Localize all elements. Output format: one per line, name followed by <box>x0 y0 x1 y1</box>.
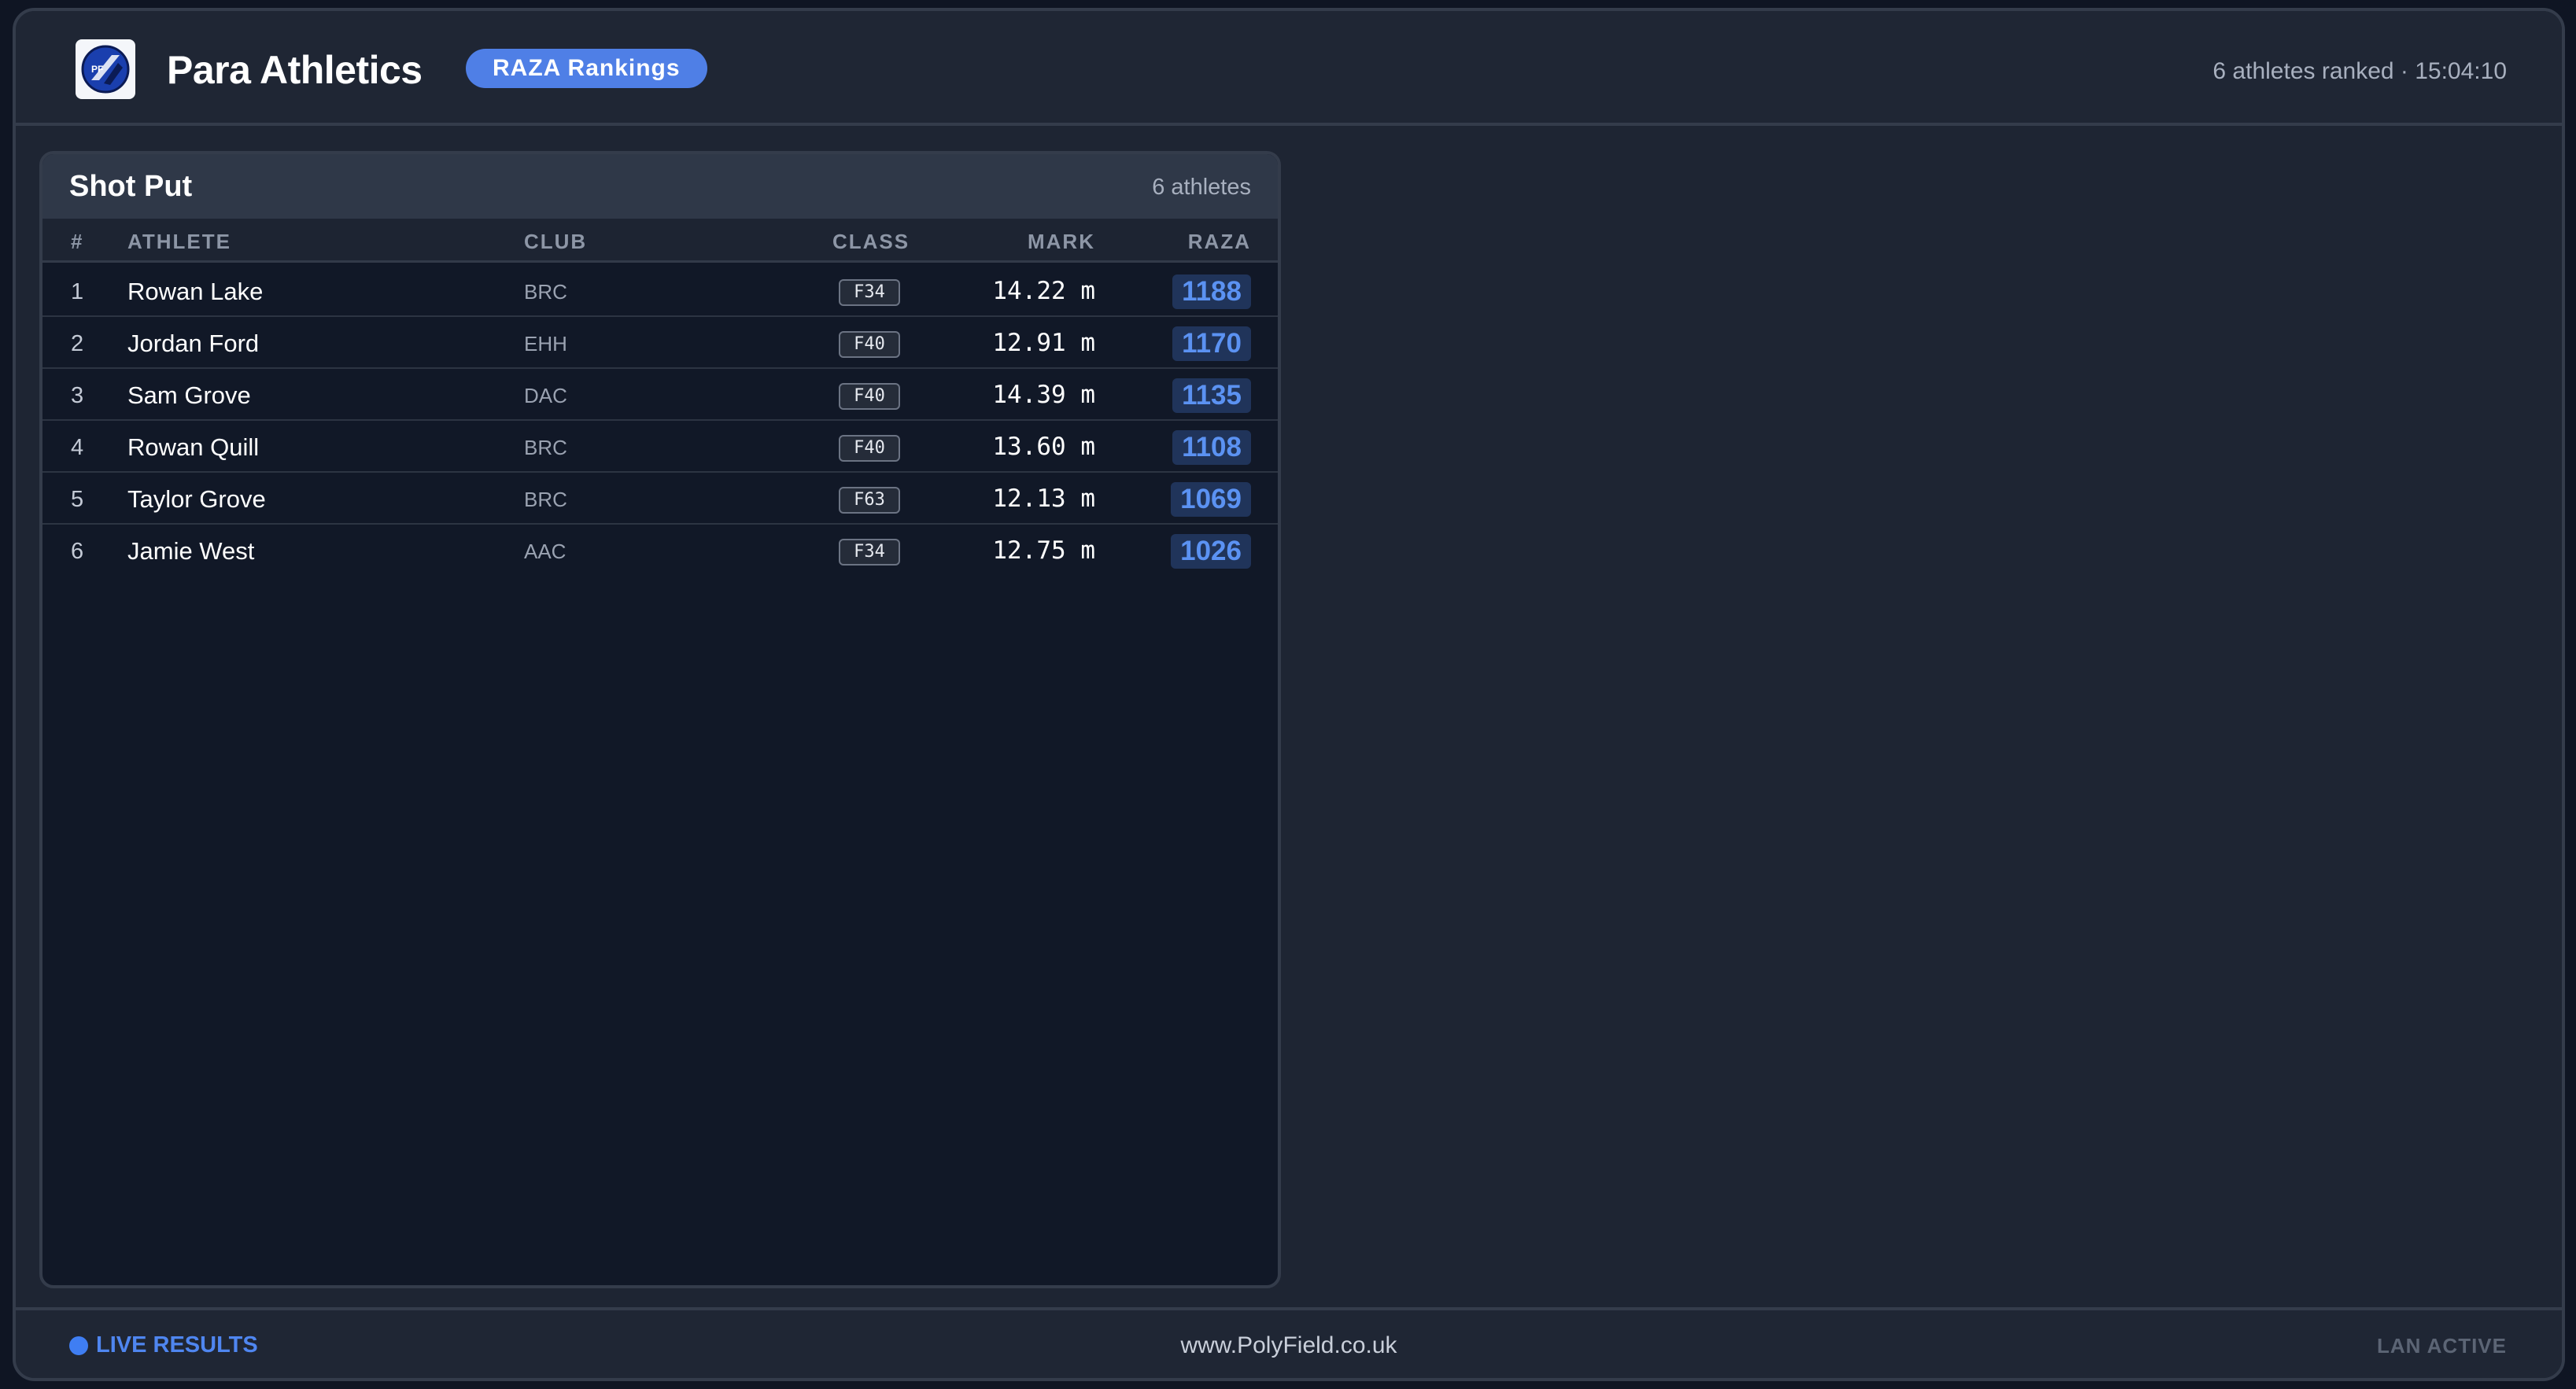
col-mark: MARK <box>1028 230 1095 253</box>
table-row: 4 Rowan Quill BRC F40 13.60 m 1108 <box>42 421 1278 473</box>
table-header: # ATHLETE CLUB CLASS MARK RAZA <box>42 219 1278 263</box>
mark-cell: 12.75 m <box>992 536 1095 565</box>
lan-status: LAN ACTIVE <box>2376 1334 2507 1358</box>
athlete-cell: Rowan Lake <box>127 278 264 305</box>
table-row: 5 Taylor Grove BRC F63 12.13 m 1069 <box>42 473 1278 525</box>
raza-score: 1170 <box>1172 326 1251 361</box>
col-club: CLUB <box>524 230 588 253</box>
col-rank: # <box>71 230 84 253</box>
site-link[interactable]: www.PolyField.co.uk <box>16 1332 2562 1359</box>
app-title: Para Athletics <box>167 48 423 92</box>
class-badge: F40 <box>839 435 900 462</box>
mark-cell: 13.60 m <box>992 433 1095 461</box>
athlete-cell: Taylor Grove <box>127 485 266 513</box>
event-title: Shot Put <box>69 170 193 203</box>
col-class: CLASS <box>832 230 910 253</box>
footer-bar: LIVE RESULTS www.PolyField.co.uk LAN ACT… <box>16 1307 2562 1378</box>
mark-cell: 12.13 m <box>992 484 1095 513</box>
rank-cell: 4 <box>71 435 84 460</box>
athlete-cell: Rowan Quill <box>127 433 260 461</box>
rank-cell: 2 <box>71 331 84 356</box>
mark-cell: 12.91 m <box>992 329 1095 357</box>
rank-cell: 5 <box>71 487 84 512</box>
club-cell: BRC <box>524 488 567 511</box>
event-panel: Shot Put 6 athletes # ATHLETE CLUB CLASS… <box>39 151 1281 1288</box>
mark-cell: 14.22 m <box>992 277 1095 305</box>
panel-header: Shot Put 6 athletes <box>42 154 1278 219</box>
club-cell: EHH <box>524 332 567 356</box>
raza-score: 1135 <box>1172 378 1251 413</box>
athlete-cell: Jamie West <box>127 537 255 565</box>
athlete-cell: Sam Grove <box>127 381 251 409</box>
class-badge: F34 <box>839 279 900 306</box>
mark-cell: 14.39 m <box>992 381 1095 409</box>
ranking-status: 6 athletes ranked · 15:04:10 <box>2212 58 2507 84</box>
club-cell: DAC <box>524 384 567 407</box>
polyfield-logo-icon: PF <box>76 39 135 99</box>
raza-score: 1069 <box>1171 482 1251 517</box>
svg-text:PF: PF <box>91 64 103 75</box>
rank-cell: 6 <box>71 539 84 564</box>
col-raza: RAZA <box>1187 230 1251 253</box>
class-badge: F63 <box>839 487 900 514</box>
table-row: 3 Sam Grove DAC F40 14.39 m 1135 <box>42 369 1278 421</box>
raza-score: 1108 <box>1172 430 1251 465</box>
raza-score: 1026 <box>1171 534 1251 569</box>
table-row: 1 Rowan Lake BRC F34 14.22 m 1188 <box>42 265 1278 317</box>
table-row: 6 Jamie West AAC F34 12.75 m 1026 <box>42 525 1278 577</box>
athlete-cell: Jordan Ford <box>127 330 260 357</box>
header-bar: PF Para Athletics RAZA Rankings 6 athlet… <box>16 11 2562 126</box>
class-badge: F34 <box>839 539 900 566</box>
club-cell: BRC <box>524 280 567 304</box>
athlete-count: 6 athletes <box>1152 175 1251 200</box>
class-badge: F40 <box>839 383 900 410</box>
rankings-badge: RAZA Rankings <box>466 49 707 88</box>
rank-cell: 1 <box>71 279 84 304</box>
class-badge: F40 <box>839 331 900 358</box>
rank-cell: 3 <box>71 383 84 408</box>
col-athlete: ATHLETE <box>127 230 231 253</box>
raza-score: 1188 <box>1172 274 1251 309</box>
table-row: 2 Jordan Ford EHH F40 12.91 m 1170 <box>42 317 1278 369</box>
club-cell: BRC <box>524 436 567 459</box>
app-window: PF Para Athletics RAZA Rankings 6 athlet… <box>13 8 2565 1381</box>
club-cell: AAC <box>524 540 566 563</box>
